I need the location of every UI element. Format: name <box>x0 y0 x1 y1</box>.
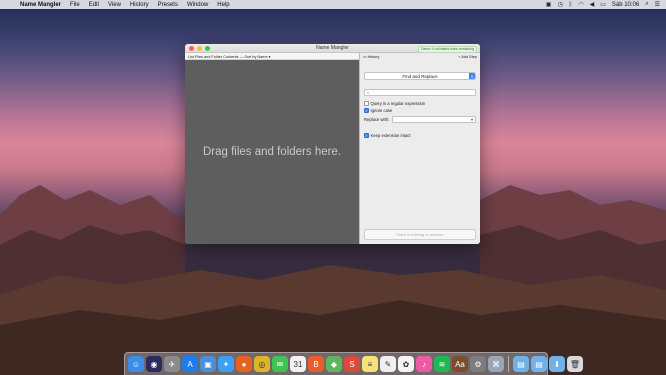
app-store-icon[interactable]: A <box>182 356 198 372</box>
bluetooth-icon[interactable]: ᛒ <box>569 2 573 8</box>
camera-icon[interactable]: ▣ <box>546 1 552 8</box>
battery-icon[interactable]: ▭ <box>600 1 606 8</box>
clock[interactable]: Sáb 10:06 <box>612 2 639 8</box>
history-icon: ▭ <box>363 55 367 59</box>
ignore-case-checkbox[interactable]: ✓ <box>364 108 369 113</box>
menu-view[interactable]: View <box>108 2 121 8</box>
trash-icon[interactable]: 🗑 <box>567 356 583 372</box>
file-drop-area[interactable]: Drag files and folders here. <box>185 60 359 244</box>
status-area: ▣ ◷ ᛒ ◠ ◀ ▭ Sáb 10:06 ⌕ ☰ <box>546 1 660 8</box>
siri-icon[interactable]: ◉ <box>146 356 162 372</box>
keep-extension-option[interactable]: ✓ Keep extension intact <box>364 133 411 138</box>
notes-icon[interactable]: ≡ <box>362 356 378 372</box>
find-input[interactable]: ⌕ <box>364 89 476 96</box>
minimize-button[interactable] <box>197 45 202 51</box>
wifi-icon[interactable]: ◠ <box>578 1 583 8</box>
menu-help[interactable]: Help <box>217 2 229 8</box>
books-icon[interactable]: B <box>308 356 324 372</box>
system-preferences-icon[interactable]: ⚙ <box>470 356 486 372</box>
safari-icon[interactable]: ✦ <box>218 356 234 372</box>
itunes-icon[interactable]: ♪ <box>416 356 432 372</box>
step-type-select[interactable]: Find and Replace ⇕ <box>364 72 476 80</box>
replace-label: Replace with: <box>364 117 390 122</box>
scrivener-icon[interactable]: S <box>344 356 360 372</box>
notification-center-icon[interactable]: ☰ <box>655 1 660 8</box>
time-machine-icon[interactable]: ◷ <box>557 1 562 8</box>
zoom-button[interactable] <box>205 45 210 51</box>
regex-option[interactable]: Query is a regular expression <box>364 101 425 106</box>
replace-input[interactable]: ▾ <box>392 116 476 123</box>
dock: ☺ ◉ ✈ A ▣ ✦ ● ◎ ✉ 31 B ◆ S ≡ ✎ ✿ ♪ ≋ Aa ⚙ ⌘ ▤ ▤ ⬇ 🗑 <box>124 352 583 375</box>
regex-label: Query is a regular expression <box>370 101 426 106</box>
demo-badge[interactable]: Demo: 6 unlimited uses remaining <box>418 45 477 53</box>
firefox-icon[interactable]: ● <box>236 356 252 372</box>
step-type-label: Find and Replace <box>402 73 438 79</box>
applications-folder-icon[interactable]: ▤ <box>513 356 529 372</box>
dock-separator <box>508 356 509 372</box>
list-options-menu[interactable]: List Files and Folder Contents — Sort by… <box>185 53 359 60</box>
keep-extension-checkbox[interactable]: ✓ <box>364 133 369 138</box>
keep-extension-label: Keep extension intact <box>370 133 411 138</box>
add-step-button[interactable]: + Add Step <box>458 55 477 59</box>
finder-icon[interactable]: ☺ <box>128 356 144 372</box>
name-mangler-window: Name Mangler Demo: 6 unlimited uses rema… <box>185 44 480 244</box>
file-list-pane: List Files and Folder Contents — Sort by… <box>185 53 359 244</box>
rename-button[interactable]: There is nothing to rename. <box>364 229 476 240</box>
chrome-icon[interactable]: ◎ <box>254 356 270 372</box>
documents-folder-icon[interactable]: ▤ <box>531 356 547 372</box>
menu-file[interactable]: File <box>70 2 80 8</box>
window-titlebar[interactable]: Name Mangler Demo: 6 unlimited uses rema… <box>185 44 480 53</box>
regex-checkbox[interactable] <box>364 101 369 106</box>
menu-edit[interactable]: Edit <box>89 2 99 8</box>
menu-presets[interactable]: Presets <box>158 2 178 8</box>
menu-app-name[interactable]: Name Mangler <box>20 2 61 8</box>
spotify-icon[interactable]: ≋ <box>434 356 450 372</box>
messages-icon[interactable]: ✉ <box>272 356 288 372</box>
history-button[interactable]: ▭ History <box>363 54 380 60</box>
photos-icon[interactable]: ✿ <box>398 356 414 372</box>
dictionary-icon[interactable]: Aa <box>452 356 468 372</box>
search-icon: ⌕ <box>367 90 370 95</box>
steps-pane: ▭ History + Add Step Find and Replace ⇕ … <box>359 53 480 244</box>
menu-bar: Name Mangler File Edit View History Pres… <box>0 0 666 9</box>
history-label: History <box>367 54 380 59</box>
launchpad-icon[interactable]: ✈ <box>164 356 180 372</box>
menu-history[interactable]: History <box>130 2 149 8</box>
calendar-icon[interactable]: 31 <box>290 356 306 372</box>
maps-icon[interactable]: ◆ <box>326 356 342 372</box>
replace-row: Replace with: ▾ <box>364 116 476 123</box>
textedit-icon[interactable]: ✎ <box>380 356 396 372</box>
ignore-case-option[interactable]: ✓ Ignore case <box>364 108 392 113</box>
ignore-case-label: Ignore case <box>370 108 393 113</box>
volume-icon[interactable]: ◀ <box>590 1 595 8</box>
spotlight-icon[interactable]: ⌕ <box>645 1 648 8</box>
drop-placeholder: Drag files and folders here. <box>202 146 342 158</box>
replace-token-icon[interactable]: ▾ <box>471 117 473 122</box>
preview-icon[interactable]: ▣ <box>200 356 216 372</box>
close-button[interactable] <box>189 45 194 51</box>
select-arrows-icon: ⇕ <box>469 73 475 79</box>
name-mangler-icon[interactable]: ⌘ <box>488 356 504 372</box>
downloads-folder-icon[interactable]: ⬇ <box>549 356 565 372</box>
menu-window[interactable]: Window <box>187 2 208 8</box>
